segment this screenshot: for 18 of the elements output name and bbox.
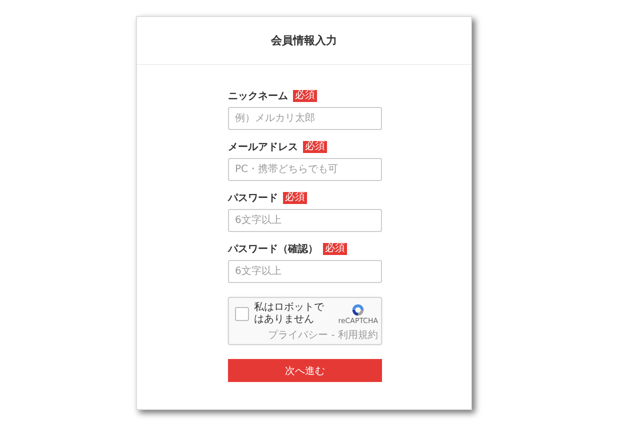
field-label: パスワード（確認）	[228, 242, 318, 256]
field-label: メールアドレス	[228, 141, 298, 154]
checkbox[interactable]	[235, 307, 249, 321]
required-badge: 必須	[283, 192, 307, 204]
next-button[interactable]: 次へ進む	[228, 359, 382, 382]
field-label: パスワード	[228, 192, 278, 205]
captcha-label: 私はロボットではありません	[254, 302, 325, 326]
page-title: 会員情報入力	[271, 33, 337, 48]
input-field[interactable]: 例）メルカリ太郎	[228, 107, 382, 130]
input-field[interactable]: 6文字以上	[228, 209, 382, 232]
required-badge: 必須	[293, 90, 317, 102]
field-label: ニックネーム	[228, 90, 288, 103]
required-badge: 必須	[303, 141, 327, 153]
input-field[interactable]: 6文字以上	[228, 260, 382, 283]
required-badge: 必須	[323, 243, 347, 255]
recaptcha-icon	[351, 303, 366, 317]
input-field[interactable]: PC・携帯どちらでも可	[228, 158, 382, 181]
privacy-link[interactable]: プライバシー - 利用規約	[268, 328, 378, 342]
